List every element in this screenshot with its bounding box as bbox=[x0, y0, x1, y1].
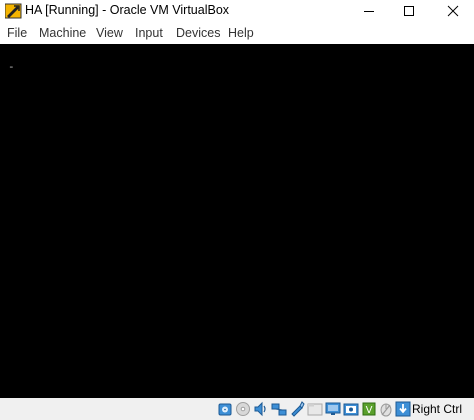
menu-bar: File Machine View Input Devices Help bbox=[0, 22, 474, 44]
usb-icon[interactable] bbox=[289, 401, 305, 417]
virtualization-icon[interactable]: V bbox=[361, 401, 377, 417]
hard-disk-icon[interactable] bbox=[217, 401, 233, 417]
menu-devices[interactable]: Devices bbox=[176, 26, 220, 40]
window-title: HA [Running] - Oracle VM VirtualBox bbox=[25, 3, 230, 17]
optical-drive-icon[interactable] bbox=[235, 401, 251, 417]
text-cursor: - bbox=[8, 60, 15, 73]
title-bar[interactable]: HA [Running] - Oracle VM VirtualBox bbox=[0, 0, 474, 22]
status-bar: V Right Ctrl bbox=[0, 398, 474, 420]
minimize-button[interactable] bbox=[352, 0, 386, 22]
maximize-button[interactable] bbox=[392, 0, 426, 22]
svg-text:V: V bbox=[366, 405, 373, 416]
video-capture-icon[interactable] bbox=[343, 401, 359, 417]
menu-view[interactable]: View bbox=[96, 26, 123, 40]
shared-folders-icon[interactable] bbox=[307, 401, 323, 417]
close-icon bbox=[447, 5, 459, 17]
menu-input[interactable]: Input bbox=[135, 26, 163, 40]
virtualbox-icon bbox=[5, 3, 22, 19]
close-button[interactable] bbox=[436, 0, 470, 22]
maximize-icon bbox=[404, 6, 414, 16]
menu-file[interactable]: File bbox=[7, 26, 27, 40]
display-icon[interactable] bbox=[325, 401, 341, 417]
host-key-label: Right Ctrl bbox=[412, 402, 463, 416]
mouse-integration-icon[interactable] bbox=[378, 401, 394, 417]
menu-help[interactable]: Help bbox=[228, 26, 254, 40]
guest-display[interactable]: - bbox=[0, 44, 474, 398]
network-icon[interactable] bbox=[271, 401, 287, 417]
menu-machine[interactable]: Machine bbox=[39, 26, 86, 40]
minimize-icon bbox=[364, 11, 374, 12]
audio-icon[interactable] bbox=[253, 401, 269, 417]
keyboard-capture-icon[interactable] bbox=[395, 401, 411, 417]
virtualbox-window: HA [Running] - Oracle VM VirtualBox File… bbox=[0, 0, 474, 420]
